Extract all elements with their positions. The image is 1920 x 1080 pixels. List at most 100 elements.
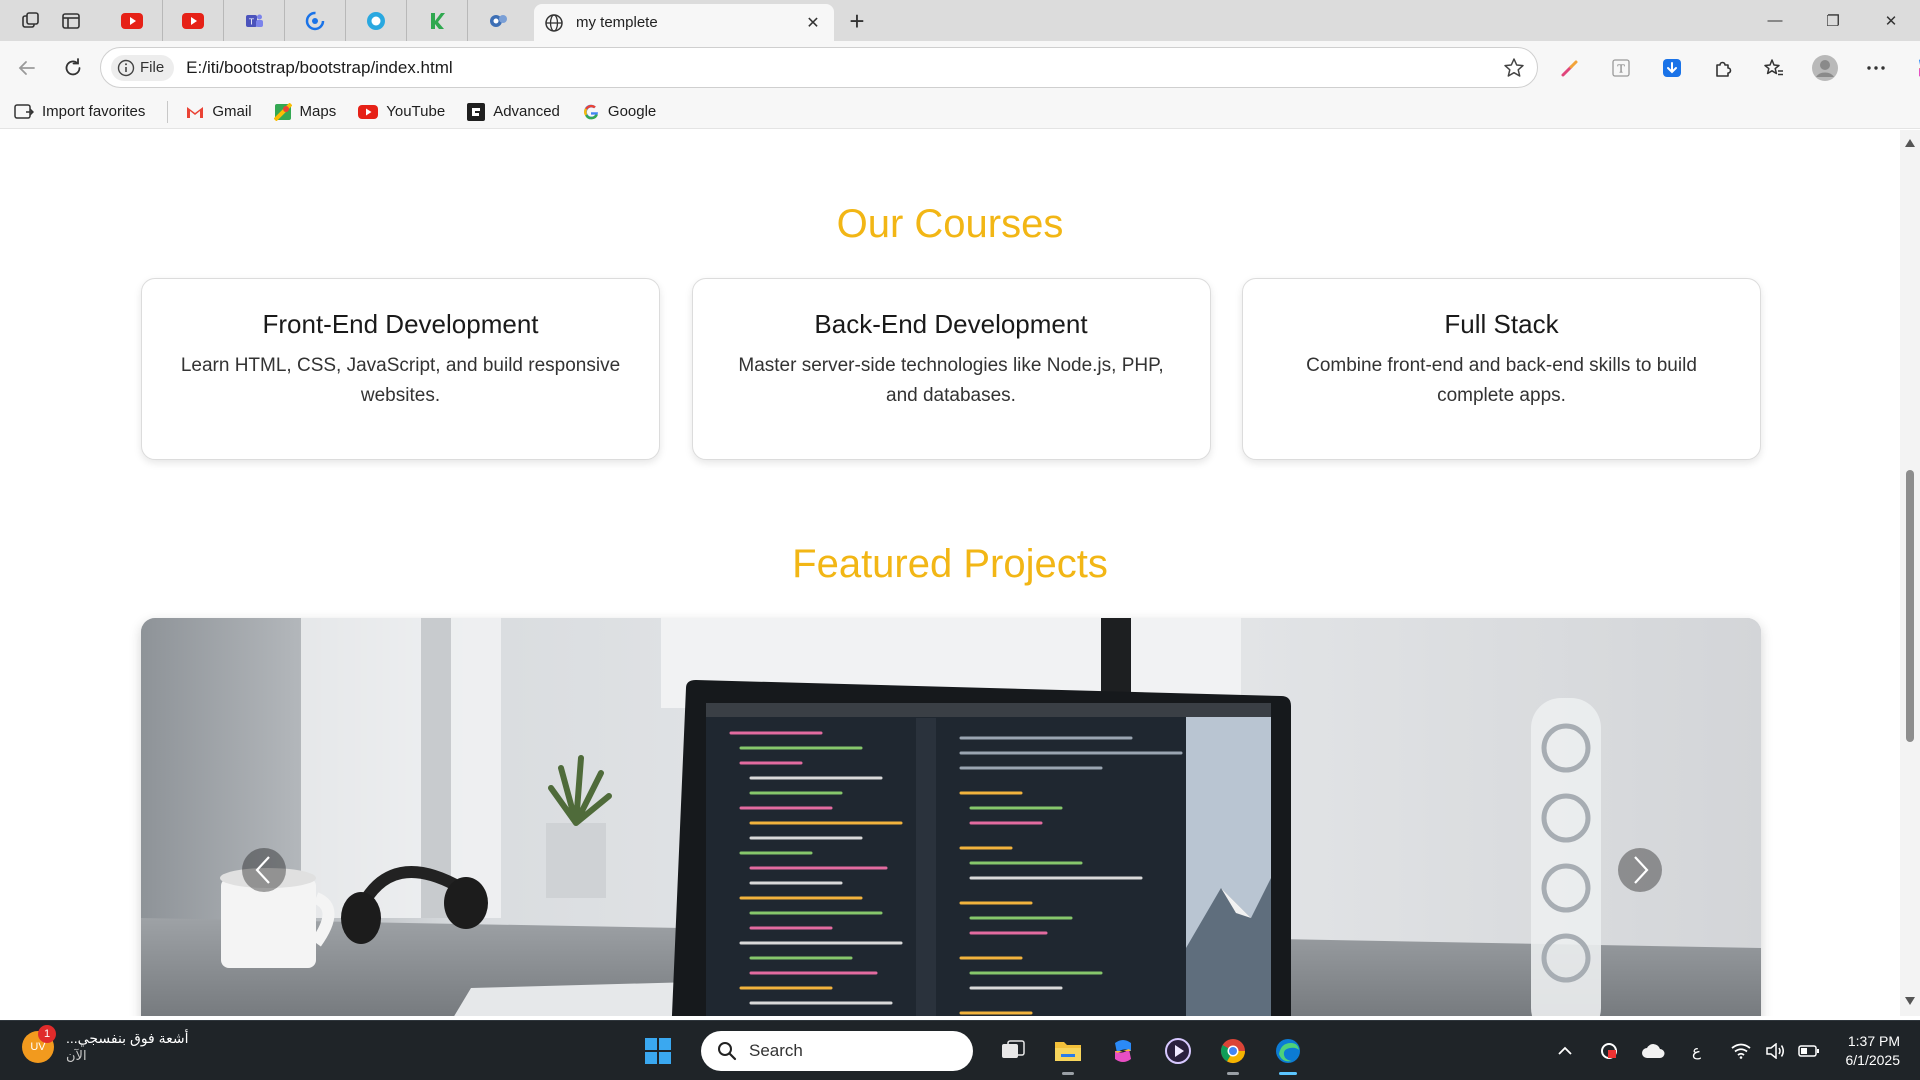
taskbar-edge[interactable] <box>1266 1029 1310 1075</box>
profile-avatar[interactable] <box>1807 49 1843 87</box>
search-icon <box>718 1042 737 1061</box>
start-button[interactable] <box>636 1029 680 1073</box>
system-tray: ع 1:37 PM 6/1/2025 <box>1550 1029 1920 1073</box>
site-info-chip[interactable]: File <box>111 54 175 81</box>
course-description: Learn HTML, CSS, JavaScript, and build r… <box>180 355 621 406</box>
pinned-tab-youtube-2[interactable] <box>163 0 224 41</box>
notification-title: أشعة فوق بنفسجي... <box>66 1030 189 1046</box>
text-extension-icon[interactable]: T <box>1603 49 1639 87</box>
wifi-icon[interactable] <box>1726 1036 1756 1066</box>
dots-app-icon <box>489 14 507 27</box>
favorites-icon[interactable] <box>1756 49 1792 87</box>
color-picker-extension-icon[interactable] <box>1552 49 1588 87</box>
carousel-prev-button[interactable] <box>242 848 286 892</box>
extensions-icon[interactable] <box>1705 49 1741 87</box>
taskbar-search-box[interactable]: Search <box>701 1031 973 1071</box>
carousel-next-button[interactable] <box>1618 848 1662 892</box>
show-hidden-icons-chevron-icon[interactable] <box>1550 1036 1580 1066</box>
course-card-full-stack: Full Stack Combine front-end and back-en… <box>1242 278 1761 460</box>
course-title: Full Stack <box>1444 309 1559 339</box>
taskbar-media-player[interactable] <box>1156 1029 1200 1073</box>
workspaces-icon[interactable] <box>16 6 46 36</box>
copilot-icon[interactable] <box>1909 49 1920 87</box>
volume-icon[interactable] <box>1760 1036 1790 1066</box>
tab-actions-icon[interactable] <box>56 6 86 36</box>
scheme-label: File <box>140 59 165 76</box>
pinned-tab-teams[interactable]: T <box>224 0 285 41</box>
more-options-icon[interactable] <box>1858 49 1894 87</box>
fav-label: Import favorites <box>42 103 146 120</box>
course-card-back-end: Back-End Development Master server-side … <box>691 278 1211 460</box>
sync-app-icon[interactable] <box>1594 1036 1624 1066</box>
new-tab-button[interactable]: + <box>842 6 872 36</box>
reload-button[interactable] <box>56 51 90 85</box>
globe-icon <box>545 13 563 32</box>
laptop-desk-photo <box>141 618 1761 1016</box>
clock-time: 1:37 PM <box>1847 1033 1900 1049</box>
edge-icon <box>1276 1039 1300 1063</box>
pinned-tab-circle[interactable] <box>346 0 407 41</box>
pinned-tab-spiral[interactable] <box>285 0 346 41</box>
page-scrollbar[interactable] <box>1900 130 1920 1016</box>
fav-import-favorites[interactable]: Import favorites <box>14 103 145 121</box>
course-card-front-end: Front-End Development Learn HTML, CSS, J… <box>141 278 660 460</box>
minimize-button[interactable]: — <box>1746 0 1804 41</box>
back-button[interactable] <box>10 51 44 85</box>
notification-avatar-text: UV <box>30 1041 46 1053</box>
favorites-bar: Import favorites Gmail Maps YouTube Adva… <box>0 95 1920 129</box>
scroll-down-arrow-icon[interactable] <box>1905 996 1915 1006</box>
fav-advanced[interactable]: Advanced <box>467 102 560 121</box>
course-title: Back-End Development <box>814 309 1088 339</box>
favorite-star-icon[interactable] <box>1499 53 1529 83</box>
advanced-icon <box>467 102 486 121</box>
pinned-tab-k-app[interactable] <box>407 0 468 41</box>
windows-logo-icon <box>645 1038 671 1064</box>
course-title: Front-End Development <box>262 309 539 339</box>
notification-badge: 1 <box>38 1025 56 1043</box>
onedrive-cloud-icon[interactable] <box>1638 1036 1668 1066</box>
fav-maps[interactable]: Maps <box>273 102 337 121</box>
uv-weather-icon: UV 1 <box>22 1025 56 1063</box>
fav-label: Google <box>607 103 657 120</box>
scroll-up-arrow-icon[interactable] <box>1905 138 1915 148</box>
fav-google[interactable]: Google <box>582 103 656 121</box>
google-icon <box>583 104 598 119</box>
fav-youtube[interactable]: YouTube <box>358 103 445 120</box>
media-player-icon <box>1165 1038 1191 1064</box>
address-bar[interactable]: File E:/iti/bootstrap/bootstrap/index.ht… <box>100 47 1538 88</box>
projects-carousel <box>141 618 1761 1016</box>
tab-title: my templete <box>576 14 658 31</box>
pinned-tab-dots-app[interactable] <box>468 0 529 41</box>
close-window-button[interactable]: ✕ <box>1862 0 1920 41</box>
courses-section-title: Our Courses <box>836 202 1064 246</box>
pinned-tab-youtube-1[interactable] <box>102 0 163 41</box>
close-tab-icon[interactable]: ✕ <box>802 12 824 34</box>
windows-taskbar: UV 1 أشعة فوق بنفسجي... الآن Search ع 1:… <box>0 1020 1920 1080</box>
folder-icon <box>1055 1042 1081 1061</box>
tab-my-templete[interactable]: my templete ✕ <box>534 4 834 41</box>
url-text[interactable]: E:/iti/bootstrap/bootstrap/index.html <box>186 58 1499 78</box>
fav-label: Maps <box>299 103 337 120</box>
fav-label: YouTube <box>386 103 446 120</box>
restore-button[interactable]: ❐ <box>1804 0 1862 41</box>
svg-text:T: T <box>1617 63 1625 76</box>
taskbar-copilot[interactable] <box>1101 1029 1145 1073</box>
system-clock[interactable]: 1:37 PM 6/1/2025 <box>1846 1032 1901 1070</box>
youtube-icon <box>182 12 204 29</box>
taskbar-chrome[interactable] <box>1211 1029 1255 1075</box>
task-view-button[interactable] <box>991 1029 1035 1073</box>
task-view-icon <box>1002 1040 1025 1058</box>
svg-text:T: T <box>248 17 254 26</box>
search-label: Search <box>749 1041 803 1060</box>
page-viewport: Our Courses Front-End Development Learn … <box>0 130 1900 1016</box>
battery-icon[interactable] <box>1794 1036 1824 1066</box>
arrow-left-icon <box>18 61 35 75</box>
download-extension-icon[interactable] <box>1654 49 1690 87</box>
taskbar-file-explorer[interactable] <box>1046 1029 1090 1075</box>
projects-section-title: Featured Projects <box>792 542 1108 586</box>
fav-gmail[interactable]: Gmail <box>186 103 252 120</box>
input-language-indicator[interactable]: ع <box>1682 1036 1712 1066</box>
weather-notification[interactable]: UV 1 أشعة فوق بنفسجي... الآن <box>22 1025 189 1065</box>
chrome-icon <box>1220 1039 1245 1064</box>
scrollbar-thumb[interactable] <box>1906 470 1914 742</box>
